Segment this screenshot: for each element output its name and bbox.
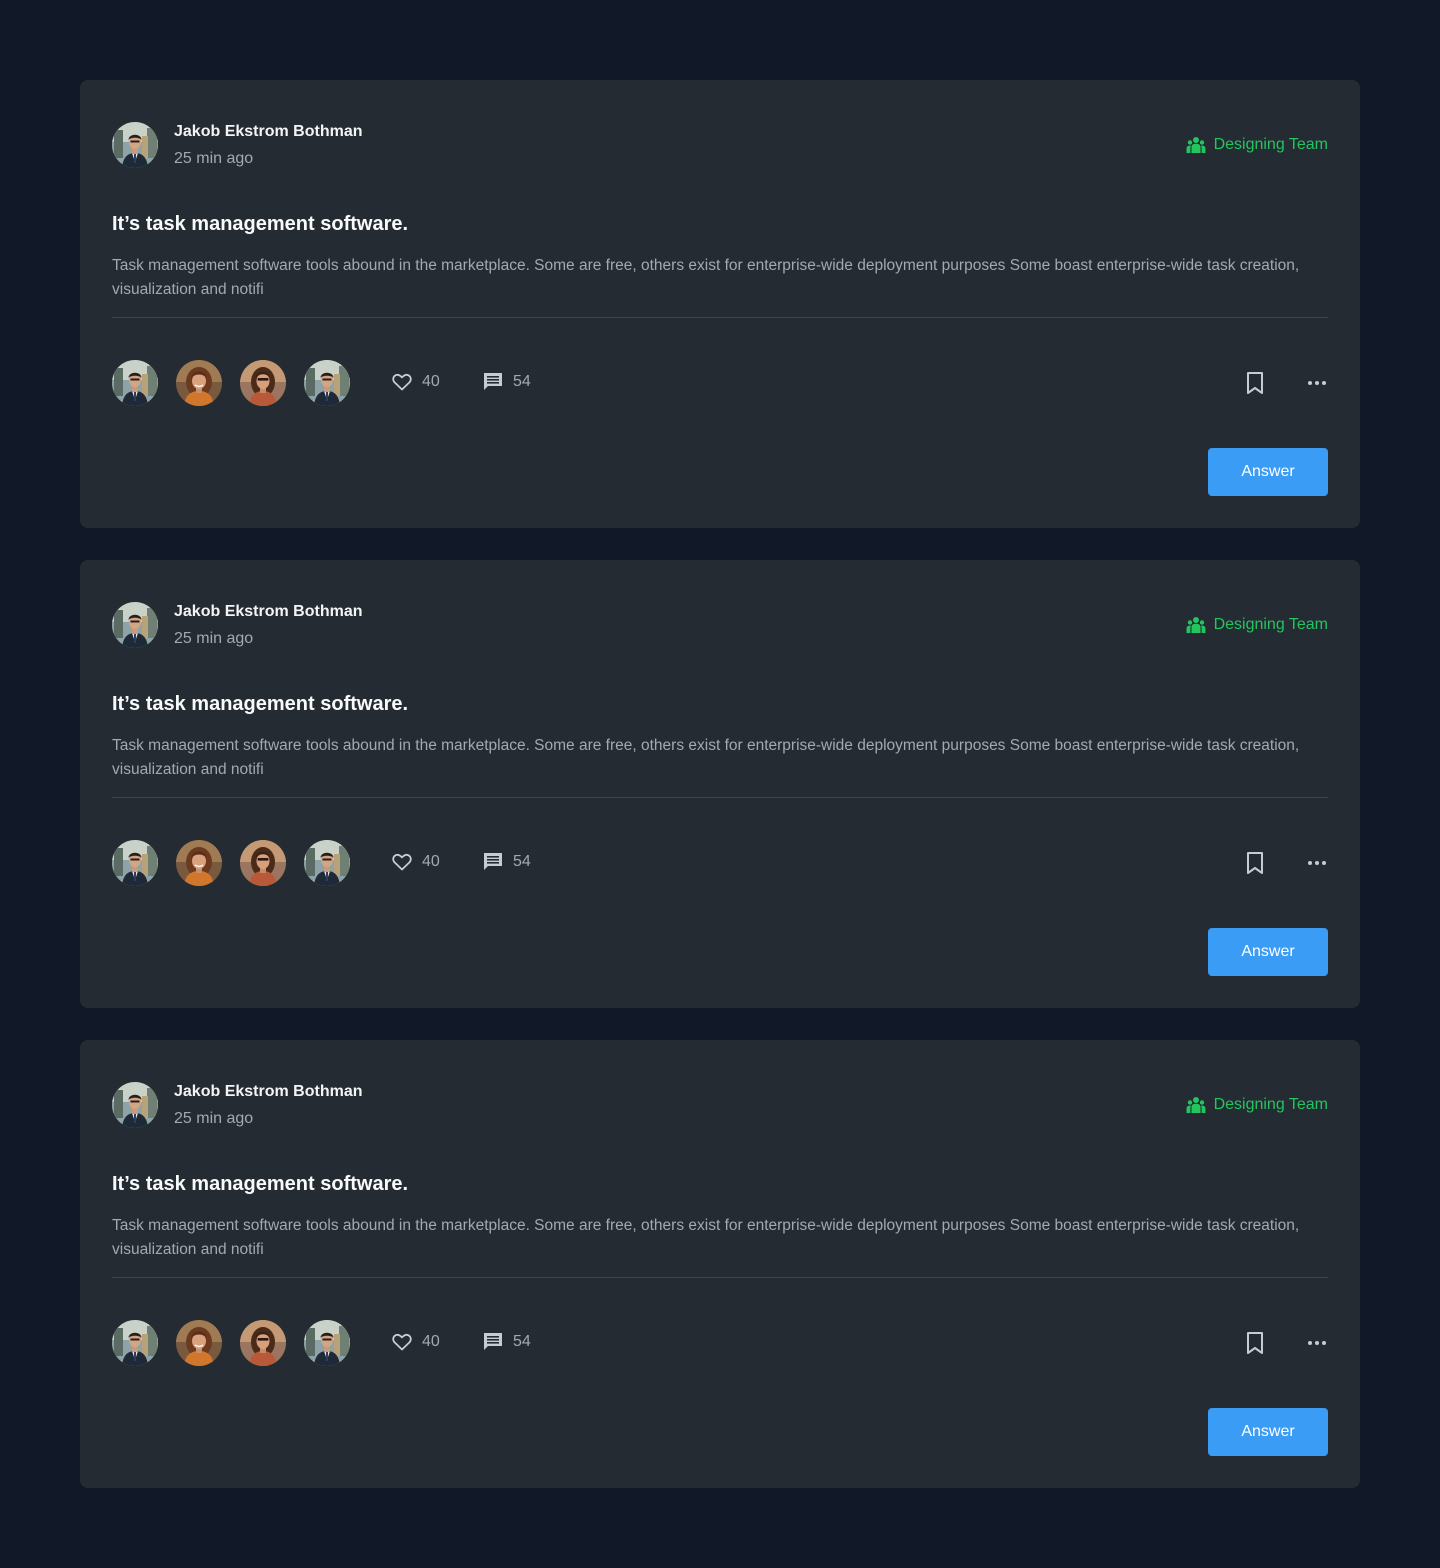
heart-icon [392, 853, 412, 871]
author-name[interactable]: Jakob Ekstrom Bothman [174, 122, 362, 142]
like-button[interactable]: 40 [392, 370, 440, 394]
comment-icon [484, 373, 502, 390]
participant-avatar[interactable] [176, 360, 222, 406]
bookmark-icon[interactable] [1244, 1331, 1266, 1355]
like-button[interactable]: 40 [392, 850, 440, 874]
post-time: 25 min ago [174, 630, 254, 647]
divider [112, 797, 1328, 798]
heart-icon [392, 1333, 412, 1351]
comment-count: 54 [513, 1333, 531, 1350]
participant-avatar[interactable] [240, 840, 286, 886]
comment-button[interactable]: 54 [483, 1330, 531, 1354]
participant-avatar[interactable] [304, 840, 350, 886]
participant-avatar[interactable] [240, 1320, 286, 1366]
team-name: Designing Team [1213, 616, 1328, 633]
comment-icon [484, 1333, 502, 1350]
users-group-icon [1186, 617, 1206, 633]
author-avatar[interactable] [112, 122, 158, 168]
users-group-icon [1186, 1097, 1206, 1113]
comment-icon [484, 853, 502, 870]
post-title: It’s task management software. [112, 693, 409, 715]
like-count: 40 [422, 373, 440, 390]
like-count: 40 [422, 1333, 440, 1350]
participant-avatars [112, 840, 350, 886]
post-card: Jakob Ekstrom Bothman 25 min ago Designi… [80, 560, 1360, 1008]
author-avatar[interactable] [112, 602, 158, 648]
post-time: 25 min ago [174, 1110, 254, 1127]
comment-count: 54 [513, 373, 531, 390]
post-body: Task management software tools abound in… [112, 737, 1300, 778]
comment-button[interactable]: 54 [483, 370, 531, 394]
participant-avatar[interactable] [240, 360, 286, 406]
team-name: Designing Team [1213, 1096, 1328, 1113]
participant-avatar[interactable] [176, 840, 222, 886]
users-group-icon [1186, 137, 1206, 153]
post-title: It’s task management software. [112, 1173, 409, 1195]
participant-avatar[interactable] [304, 360, 350, 406]
answer-button[interactable]: Answer [1208, 1408, 1328, 1456]
like-button[interactable]: 40 [392, 1330, 440, 1354]
answer-button[interactable]: Answer [1208, 448, 1328, 496]
divider [112, 1277, 1328, 1278]
more-options-icon[interactable] [1304, 1331, 1330, 1355]
post-body: Task management software tools abound in… [112, 1217, 1300, 1258]
post-card: Jakob Ekstrom Bothman 25 min ago Designi… [80, 80, 1360, 528]
participant-avatars [112, 1320, 350, 1366]
post-time: 25 min ago [174, 150, 254, 167]
team-tag[interactable]: Designing Team [1186, 1095, 1328, 1115]
post-body: Task management software tools abound in… [112, 257, 1300, 298]
author-name[interactable]: Jakob Ekstrom Bothman [174, 602, 362, 622]
post-card: Jakob Ekstrom Bothman 25 min ago Designi… [80, 1040, 1360, 1488]
more-options-icon[interactable] [1304, 851, 1330, 875]
participant-avatar[interactable] [304, 1320, 350, 1366]
post-feed: Jakob Ekstrom Bothman 25 min ago Designi… [80, 80, 1360, 1520]
participant-avatars [112, 360, 350, 406]
comment-count: 54 [513, 853, 531, 870]
more-options-icon[interactable] [1304, 371, 1330, 395]
participant-avatar[interactable] [112, 840, 158, 886]
post-title: It’s task management software. [112, 213, 409, 235]
comment-button[interactable]: 54 [483, 850, 531, 874]
author-name[interactable]: Jakob Ekstrom Bothman [174, 1082, 362, 1102]
participant-avatar[interactable] [112, 360, 158, 406]
participant-avatar[interactable] [176, 1320, 222, 1366]
divider [112, 317, 1328, 318]
team-tag[interactable]: Designing Team [1186, 135, 1328, 155]
author-avatar[interactable] [112, 1082, 158, 1128]
team-tag[interactable]: Designing Team [1186, 615, 1328, 635]
like-count: 40 [422, 853, 440, 870]
bookmark-icon[interactable] [1244, 371, 1266, 395]
bookmark-icon[interactable] [1244, 851, 1266, 875]
answer-button[interactable]: Answer [1208, 928, 1328, 976]
heart-icon [392, 373, 412, 391]
participant-avatar[interactable] [112, 1320, 158, 1366]
team-name: Designing Team [1213, 136, 1328, 153]
